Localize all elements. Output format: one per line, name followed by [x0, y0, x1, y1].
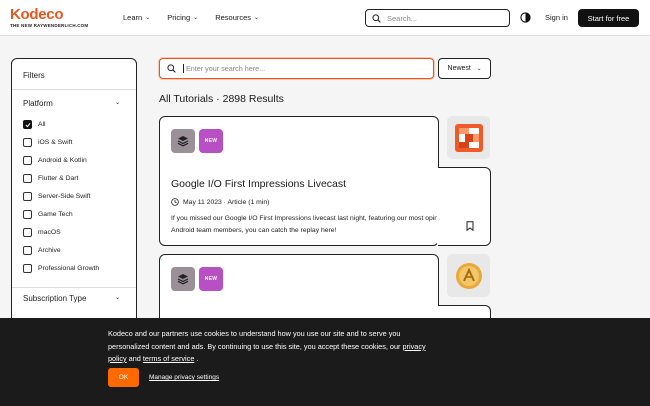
layers-icon: [171, 267, 195, 291]
nav-pricing[interactable]: Pricing ⌄: [167, 13, 198, 22]
cookie-period: .: [194, 354, 199, 363]
clock-icon: [171, 198, 179, 206]
checkbox[interactable]: [23, 210, 32, 219]
tutorial-card[interactable]: NEW: [159, 254, 439, 324]
platform-option-server-side-swift[interactable]: Server-Side Swift: [23, 192, 91, 201]
sort-dropdown[interactable]: Newest ⌄: [438, 58, 491, 79]
card-meta: May 11 2023 · Article (1 min): [171, 198, 269, 206]
manage-privacy-settings-link[interactable]: Manage privacy settings: [149, 374, 219, 381]
new-badge: NEW: [199, 267, 223, 291]
cookie-ok-button[interactable]: OK: [108, 368, 139, 387]
divider: [12, 287, 136, 288]
checkbox[interactable]: [23, 264, 32, 273]
header-search-input[interactable]: [387, 13, 497, 23]
card-thumbnail: [447, 254, 490, 297]
platform-option-flutter[interactable]: Flutter & Dart: [23, 174, 78, 183]
search-icon: [167, 64, 176, 73]
checkbox[interactable]: [23, 192, 32, 201]
nav-resources-label: Resources: [215, 13, 252, 22]
logo-subtitle: THE NEW RAYWENDERLICH.COM: [10, 23, 89, 28]
theme-toggle-icon[interactable]: [520, 12, 531, 23]
card-extension: [438, 167, 491, 246]
checkbox[interactable]: [23, 138, 32, 147]
checkbox[interactable]: [23, 246, 32, 255]
chevron-down-icon: ⌄: [254, 15, 260, 21]
coin-thumbnail-icon: [455, 262, 482, 289]
chevron-down-icon[interactable]: ⌄: [115, 99, 120, 106]
check-icon: [25, 122, 31, 127]
platform-option-label: All: [38, 121, 46, 128]
filters-sidebar: Filters Platform ⌄ All iOS & Swift Andro…: [11, 58, 137, 328]
chevron-down-icon[interactable]: ⌄: [115, 294, 120, 301]
platform-option-label: Server-Side Swift: [38, 193, 91, 200]
platform-option-ios[interactable]: iOS & Swift: [23, 138, 72, 147]
platform-option-archive[interactable]: Archive: [23, 246, 61, 255]
android-thumbnail-icon: [454, 123, 483, 152]
platform-option-professional-growth[interactable]: Professional Growth: [23, 264, 99, 273]
sign-in-link[interactable]: Sign in: [545, 13, 568, 22]
cookie-message: Kodeco and our partners use cookies to u…: [108, 328, 428, 366]
checkbox[interactable]: [23, 228, 32, 237]
nav-resources[interactable]: Resources ⌄: [215, 13, 259, 22]
sort-label: Newest: [447, 65, 471, 72]
nav-learn[interactable]: Learn ⌄: [123, 13, 150, 22]
card-thumbnail: [447, 116, 490, 159]
platform-option-label: macOS: [38, 229, 61, 236]
header-search[interactable]: [365, 9, 510, 27]
platform-option-macos[interactable]: macOS: [23, 228, 61, 237]
nav-pricing-label: Pricing: [167, 13, 191, 22]
checkbox[interactable]: [23, 174, 32, 183]
platform-option-label: Flutter & Dart: [38, 175, 79, 182]
cookie-banner: Kodeco and our partners use cookies to u…: [0, 318, 650, 406]
platform-option-label: Android & Kotlin: [38, 157, 87, 164]
cookie-text: Kodeco and our partners use cookies to u…: [108, 329, 403, 351]
search-icon: [372, 13, 381, 23]
bookmark-icon[interactable]: [466, 221, 474, 231]
site-header: Kodeco THE NEW RAYWENDERLICH.COM Learn ⌄…: [0, 0, 650, 36]
nav-learn-label: Learn: [123, 13, 143, 22]
tutorial-search[interactable]: [159, 58, 434, 79]
tutorial-card[interactable]: NEW Google I/O First Impressions Livecas…: [159, 116, 460, 246]
card-seam: [437, 168, 441, 245]
platform-option-android[interactable]: Android & Kotlin: [23, 156, 87, 165]
chevron-down-icon: ⌄: [193, 15, 199, 21]
card-meta-text: May 11 2023 · Article (1 min): [183, 198, 270, 206]
card-description: If you missed our Google I/O First Impre…: [171, 215, 461, 234]
platform-option-label: Professional Growth: [38, 265, 100, 272]
platform-option-label: Game Tech: [38, 211, 73, 218]
card-title[interactable]: Google I/O First Impressions Livecast: [171, 178, 346, 190]
platform-option-all[interactable]: All: [23, 120, 46, 129]
checkbox-checked[interactable]: [23, 120, 32, 129]
platform-option-label: Archive: [38, 247, 61, 254]
kodeco-logo[interactable]: Kodeco THE NEW RAYWENDERLICH.COM: [10, 7, 88, 29]
layers-icon: [171, 129, 195, 153]
platform-option-label: iOS & Swift: [38, 139, 73, 146]
cookie-and: and: [126, 354, 143, 363]
tutorial-search-input[interactable]: [183, 64, 423, 73]
chevron-down-icon: ⌄: [476, 65, 482, 72]
divider: [12, 89, 136, 90]
checkbox[interactable]: [23, 156, 32, 165]
terms-of-service-link[interactable]: terms of service: [143, 354, 195, 363]
filters-title: Filters: [23, 71, 45, 80]
chevron-down-icon: ⌄: [145, 15, 151, 21]
new-badge: NEW: [199, 129, 223, 153]
platform-section-title[interactable]: Platform: [23, 99, 53, 108]
main-nav: Learn ⌄ Pricing ⌄ Resources ⌄: [123, 13, 276, 22]
start-for-free-button[interactable]: Start for free: [578, 9, 639, 27]
platform-option-game-tech[interactable]: Game Tech: [23, 210, 73, 219]
results-heading: All Tutorials · 2898 Results: [159, 93, 284, 105]
subscription-type-title[interactable]: Subscription Type: [23, 294, 86, 303]
logo-text: Kodeco: [10, 6, 64, 23]
